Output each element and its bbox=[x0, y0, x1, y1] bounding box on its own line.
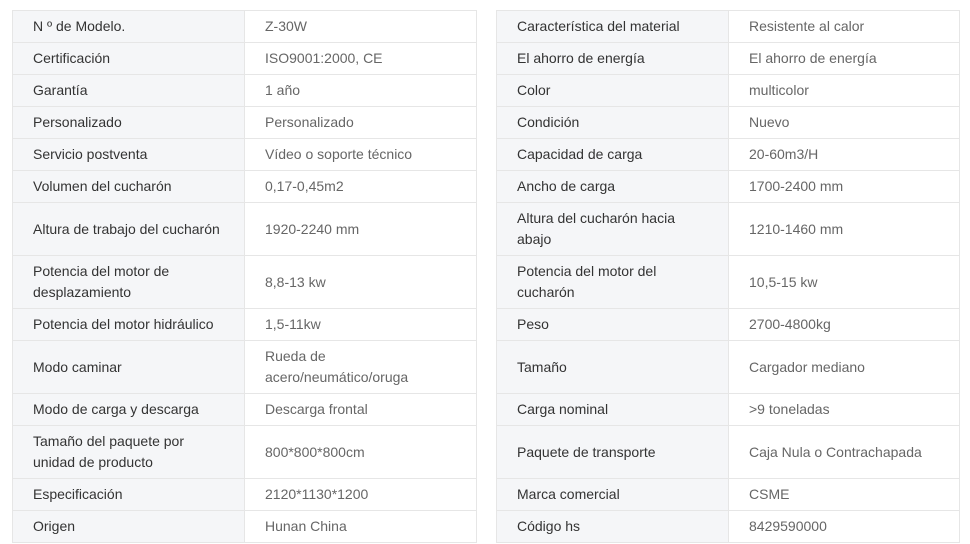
table-row: Color multicolor bbox=[496, 74, 960, 107]
table-row: Certificación ISO9001:2000, CE bbox=[12, 42, 477, 75]
spec-value: Descarga frontal bbox=[244, 393, 477, 426]
spec-key: Color bbox=[496, 74, 729, 107]
spec-key: Especificación bbox=[12, 478, 245, 511]
spec-key: Altura del cucharón hacia abajo bbox=[496, 202, 729, 256]
spec-key: El ahorro de energía bbox=[496, 42, 729, 75]
spec-key: Condición bbox=[496, 106, 729, 139]
spec-value: 1700-2400 mm bbox=[728, 170, 960, 203]
spec-key: Altura de trabajo del cucharón bbox=[12, 202, 245, 256]
spec-key: Volumen del cucharón bbox=[12, 170, 245, 203]
spec-key: Modo de carga y descarga bbox=[12, 393, 245, 426]
spec-key: Tamaño bbox=[496, 340, 729, 394]
spec-key: Capacidad de carga bbox=[496, 138, 729, 171]
spec-value: 2120*1130*1200 bbox=[244, 478, 477, 511]
table-row: Especificación 2120*1130*1200 bbox=[12, 478, 477, 511]
table-row: Característica del material Resistente al… bbox=[496, 10, 960, 43]
spec-key: N º de Modelo. bbox=[12, 10, 245, 43]
spec-key: Código hs bbox=[496, 510, 729, 543]
spec-key: Ancho de carga bbox=[496, 170, 729, 203]
spec-value: 10,5-15 kw bbox=[728, 255, 960, 309]
table-row: Origen Hunan China bbox=[12, 510, 477, 543]
spec-key: Personalizado bbox=[12, 106, 245, 139]
spec-value: 1920-2240 mm bbox=[244, 202, 477, 256]
table-row: Capacidad de carga 20-60m3/H bbox=[496, 138, 960, 171]
spec-value: 20-60m3/H bbox=[728, 138, 960, 171]
spec-key: Modo caminar bbox=[12, 340, 245, 394]
table-row: Carga nominal >9 toneladas bbox=[496, 393, 960, 426]
spec-key: Servicio postventa bbox=[12, 138, 245, 171]
spec-key: Potencia del motor del cucharón bbox=[496, 255, 729, 309]
spec-table-right: Característica del material Resistente al… bbox=[496, 10, 960, 543]
spec-value: Z-30W bbox=[244, 10, 477, 43]
spec-value: 1210-1460 mm bbox=[728, 202, 960, 256]
table-row: Potencia del motor del cucharón 10,5-15 k… bbox=[496, 255, 960, 309]
spec-value: El ahorro de energía bbox=[728, 42, 960, 75]
spec-value: Resistente al calor bbox=[728, 10, 960, 43]
spec-value: Cargador mediano bbox=[728, 340, 960, 394]
spec-key: Peso bbox=[496, 308, 729, 341]
spec-value: CSME bbox=[728, 478, 960, 511]
spec-value: 800*800*800cm bbox=[244, 425, 477, 479]
spec-value: 1 año bbox=[244, 74, 477, 107]
spec-key: Potencia del motor de desplazamiento bbox=[12, 255, 245, 309]
spec-value: 8429590000 bbox=[728, 510, 960, 543]
spec-value: 2700-4800kg bbox=[728, 308, 960, 341]
table-row: Volumen del cucharón 0,17-0,45m2 bbox=[12, 170, 477, 203]
table-row: N º de Modelo. Z-30W bbox=[12, 10, 477, 43]
table-row: Paquete de transporte Caja Nula o Contrac… bbox=[496, 425, 960, 479]
table-row: Código hs 8429590000 bbox=[496, 510, 960, 543]
table-row: Altura de trabajo del cucharón 1920-2240 … bbox=[12, 202, 477, 256]
table-row: Tamaño Cargador mediano bbox=[496, 340, 960, 394]
table-row: Modo caminar Rueda de acero/neumático/oru… bbox=[12, 340, 477, 394]
spec-key: Carga nominal bbox=[496, 393, 729, 426]
table-row: Personalizado Personalizado bbox=[12, 106, 477, 139]
spec-value: Personalizado bbox=[244, 106, 477, 139]
spec-table-left: N º de Modelo. Z-30W Certificación ISO9001… bbox=[12, 10, 477, 543]
spec-value: 0,17-0,45m2 bbox=[244, 170, 477, 203]
spec-value: Hunan China bbox=[244, 510, 477, 543]
spec-key: Paquete de transporte bbox=[496, 425, 729, 479]
table-row: Ancho de carga 1700-2400 mm bbox=[496, 170, 960, 203]
spec-value: Rueda de acero/neumático/oruga bbox=[244, 340, 477, 394]
table-row: Servicio postventa Vídeo o soporte técnic… bbox=[12, 138, 477, 171]
spec-value: Vídeo o soporte técnico bbox=[244, 138, 477, 171]
spec-key: Marca comercial bbox=[496, 478, 729, 511]
table-row: Marca comercial CSME bbox=[496, 478, 960, 511]
table-row: Modo de carga y descarga Descarga frontal bbox=[12, 393, 477, 426]
spec-key: Garantía bbox=[12, 74, 245, 107]
spec-value: 8,8-13 kw bbox=[244, 255, 477, 309]
table-row: Tamaño del paquete por unidad de product… bbox=[12, 425, 477, 479]
table-row: El ahorro de energía El ahorro de energía bbox=[496, 42, 960, 75]
table-row: Condición Nuevo bbox=[496, 106, 960, 139]
spec-value: ISO9001:2000, CE bbox=[244, 42, 477, 75]
spec-key: Potencia del motor hidráulico bbox=[12, 308, 245, 341]
table-row: Altura del cucharón hacia abajo 1210-1460… bbox=[496, 202, 960, 256]
spec-value: multicolor bbox=[728, 74, 960, 107]
spec-value: Caja Nula o Contrachapada bbox=[728, 425, 960, 479]
spec-value: 1,5-11kw bbox=[244, 308, 477, 341]
spec-key: Origen bbox=[12, 510, 245, 543]
table-row: Garantía 1 año bbox=[12, 74, 477, 107]
spec-key: Tamaño del paquete por unidad de product… bbox=[12, 425, 245, 479]
table-row: Potencia del motor hidráulico 1,5-11kw bbox=[12, 308, 477, 341]
spec-value: Nuevo bbox=[728, 106, 960, 139]
table-row: Potencia del motor de desplazamiento 8,8-… bbox=[12, 255, 477, 309]
spec-key: Certificación bbox=[12, 42, 245, 75]
spec-key: Característica del material bbox=[496, 10, 729, 43]
table-row: Peso 2700-4800kg bbox=[496, 308, 960, 341]
spec-value: >9 toneladas bbox=[728, 393, 960, 426]
